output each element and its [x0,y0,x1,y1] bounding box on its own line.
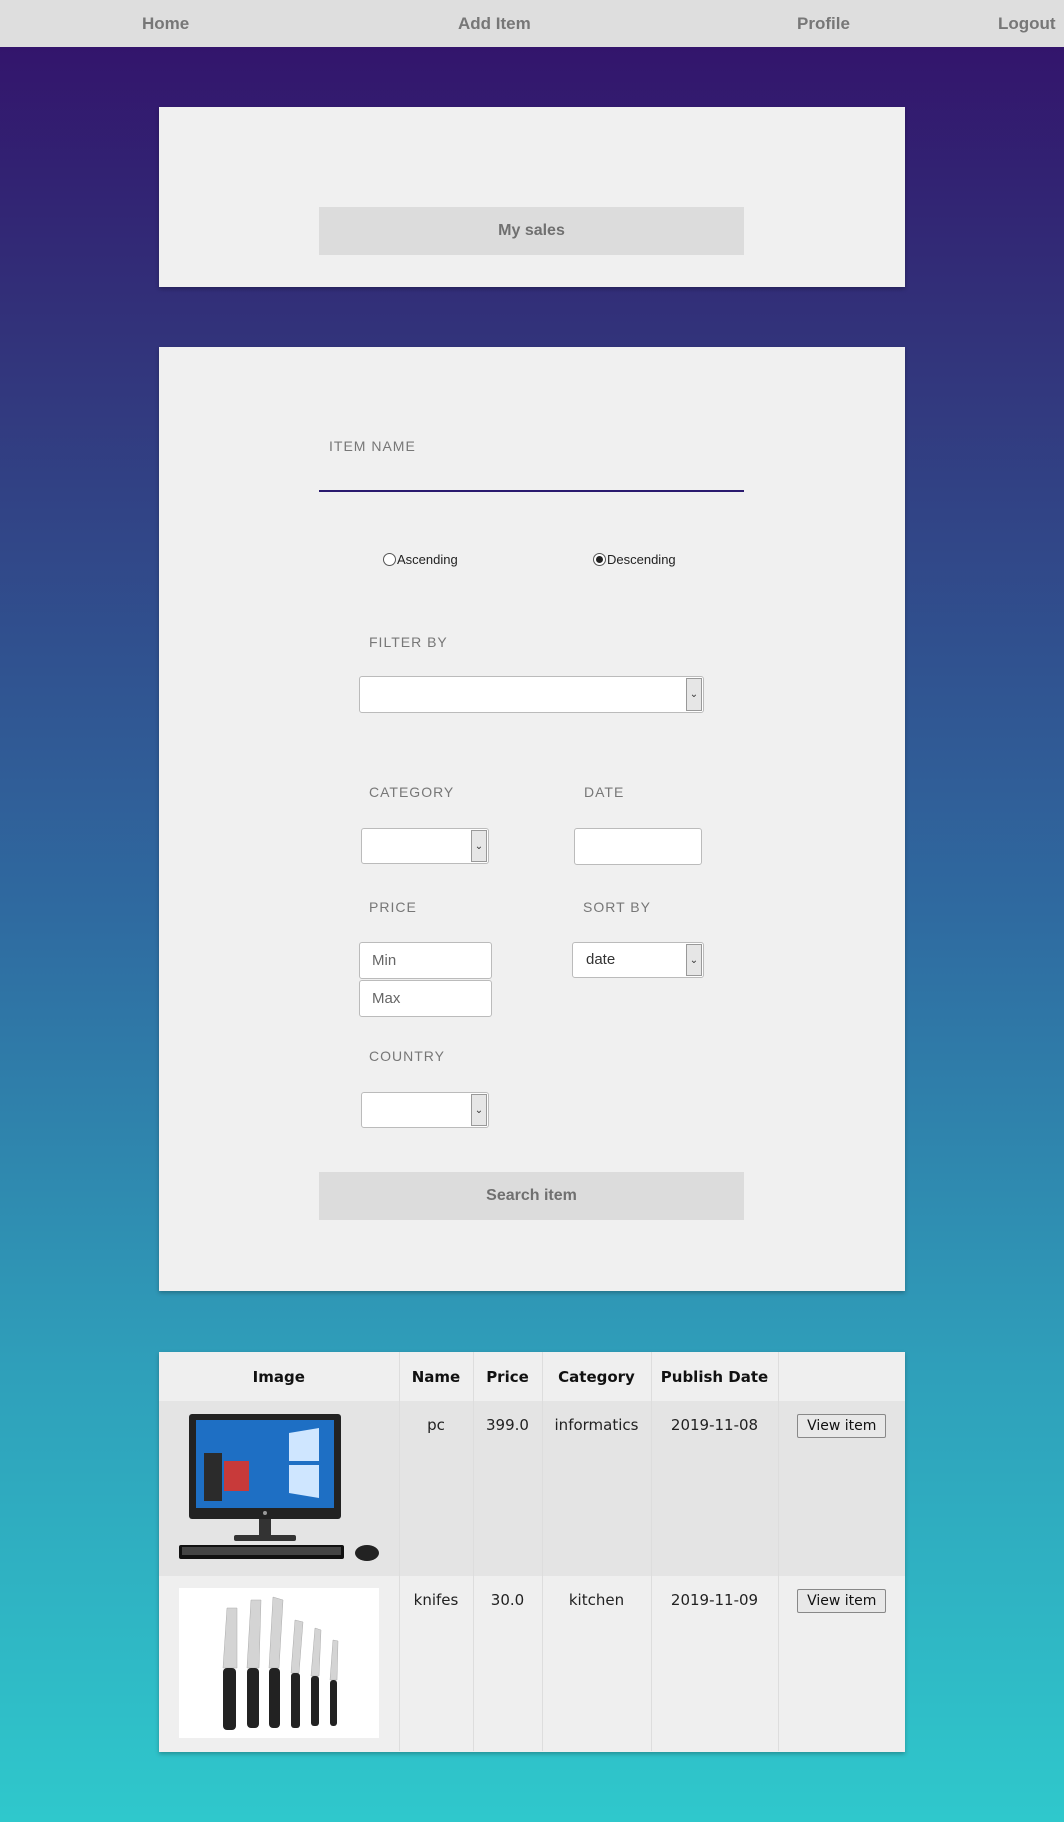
table-row: pc 399.0 informatics 2019-11-08 View ite… [159,1401,905,1576]
ascending-radio[interactable] [383,553,396,566]
view-item-button[interactable]: View item [797,1414,887,1438]
items-table-card: Image Name Price Category Publish Date p… [159,1352,905,1752]
date-input[interactable] [574,828,702,865]
column-header: Image [159,1352,400,1401]
search-form: ITEM NAME Ascending Descending FILTER BY… [159,347,905,1291]
price-min-input[interactable]: Min [359,942,492,979]
name-cell: pc [399,1401,474,1576]
chevron-down-icon: ⌄ [686,678,702,711]
category-label: CATEGORY [369,784,455,800]
item-name-label: ITEM NAME [329,438,416,454]
search-item-button[interactable]: Search item [319,1172,744,1220]
desktop-computer-image [178,1413,379,1563]
nav-logout-link[interactable]: Logout [998,14,1056,34]
image-cell [159,1576,400,1751]
country-select[interactable]: ⌄ [361,1092,489,1128]
chevron-down-icon: ⌄ [471,830,487,862]
price-cell: 399.0 [473,1401,543,1576]
my-sales-button[interactable]: My sales [319,207,744,255]
sort-by-select[interactable]: date ⌄ [572,942,704,978]
category-cell: kitchen [542,1576,652,1751]
name-cell: knifes [399,1576,474,1751]
price-label: PRICE [369,899,417,915]
order-descending-option[interactable]: Descending [593,552,676,567]
image-cell [159,1401,400,1576]
action-cell: View item [778,1576,905,1751]
date-label: DATE [584,784,625,800]
category-cell: informatics [542,1401,652,1576]
column-header: Publish Date [651,1352,779,1401]
nav-add-item-link[interactable]: Add Item [458,14,531,34]
order-ascending-option[interactable]: Ascending [383,552,458,567]
date-cell: 2019-11-08 [651,1401,779,1576]
descending-radio[interactable] [593,553,606,566]
item-name-input[interactable] [319,462,744,492]
chevron-down-icon: ⌄ [471,1094,487,1126]
price-cell: 30.0 [473,1576,543,1751]
nav-home-link[interactable]: Home [142,14,189,34]
column-header [778,1352,905,1401]
filter-by-label: FILTER BY [369,634,448,650]
sort-by-value: date [586,951,616,968]
descending-label: Descending [607,552,676,567]
action-cell: View item [778,1401,905,1576]
column-header: Price [473,1352,543,1401]
sort-by-label: SORT BY [583,899,651,915]
chevron-down-icon: ⌄ [686,944,702,976]
view-item-button[interactable]: View item [797,1589,887,1613]
top-nav: Home Add Item Profile Logout [0,0,1064,47]
items-table: Image Name Price Category Publish Date p… [159,1352,905,1751]
filter-by-select[interactable]: ⌄ [359,676,704,713]
knife-set-image [178,1588,379,1738]
table-row: knifes 30.0 kitchen 2019-11-09 View item [159,1576,905,1751]
column-header: Name [399,1352,474,1401]
column-header: Category [542,1352,652,1401]
price-max-input[interactable]: Max [359,980,492,1017]
sales-card: My sales [159,107,905,287]
nav-profile-link[interactable]: Profile [797,14,850,34]
ascending-label: Ascending [397,552,458,567]
date-cell: 2019-11-09 [651,1576,779,1751]
category-select[interactable]: ⌄ [361,828,489,864]
country-label: COUNTRY [369,1048,445,1064]
